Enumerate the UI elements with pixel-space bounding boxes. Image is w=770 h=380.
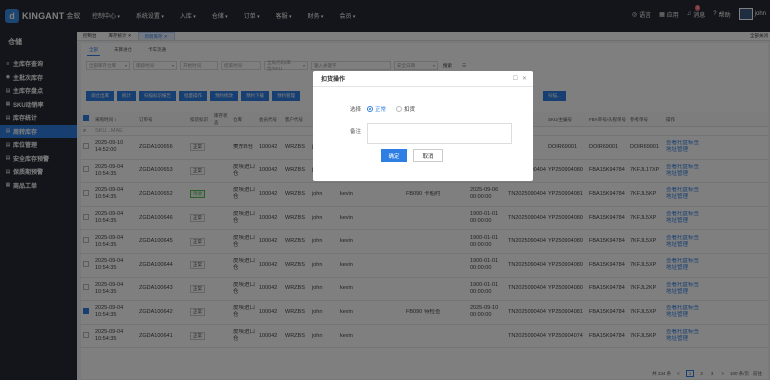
radio-hold[interactable]: 扣货 bbox=[396, 105, 415, 113]
maximize-icon[interactable]: ☐ bbox=[513, 75, 518, 82]
radio-normal[interactable]: 正常 bbox=[367, 105, 386, 113]
confirm-button[interactable]: 确定 bbox=[381, 149, 407, 162]
remark-row: 备注 bbox=[341, 123, 512, 144]
remark-textarea[interactable] bbox=[367, 123, 512, 144]
close-icon[interactable]: ✕ bbox=[522, 75, 527, 82]
modal-overlay[interactable] bbox=[0, 0, 770, 380]
radio-checked-icon bbox=[367, 106, 373, 112]
cancel-button[interactable]: 取消 bbox=[413, 149, 443, 162]
hold-operation-dialog: 扣货操作 ☐ ✕ 选择 正常 扣货 备注 确定 取消 bbox=[313, 71, 533, 181]
hold-choice-row: 选择 正常 扣货 bbox=[341, 105, 425, 113]
radio-unchecked-icon bbox=[396, 106, 403, 112]
choose-label: 选择 bbox=[349, 107, 361, 113]
dialog-controls: ☐ ✕ bbox=[513, 75, 527, 82]
radio-hold-label: 扣货 bbox=[404, 107, 416, 113]
remark-label: 备注 bbox=[349, 129, 361, 135]
radio-normal-label: 正常 bbox=[375, 107, 387, 113]
dialog-title: 扣货操作 bbox=[313, 71, 533, 87]
